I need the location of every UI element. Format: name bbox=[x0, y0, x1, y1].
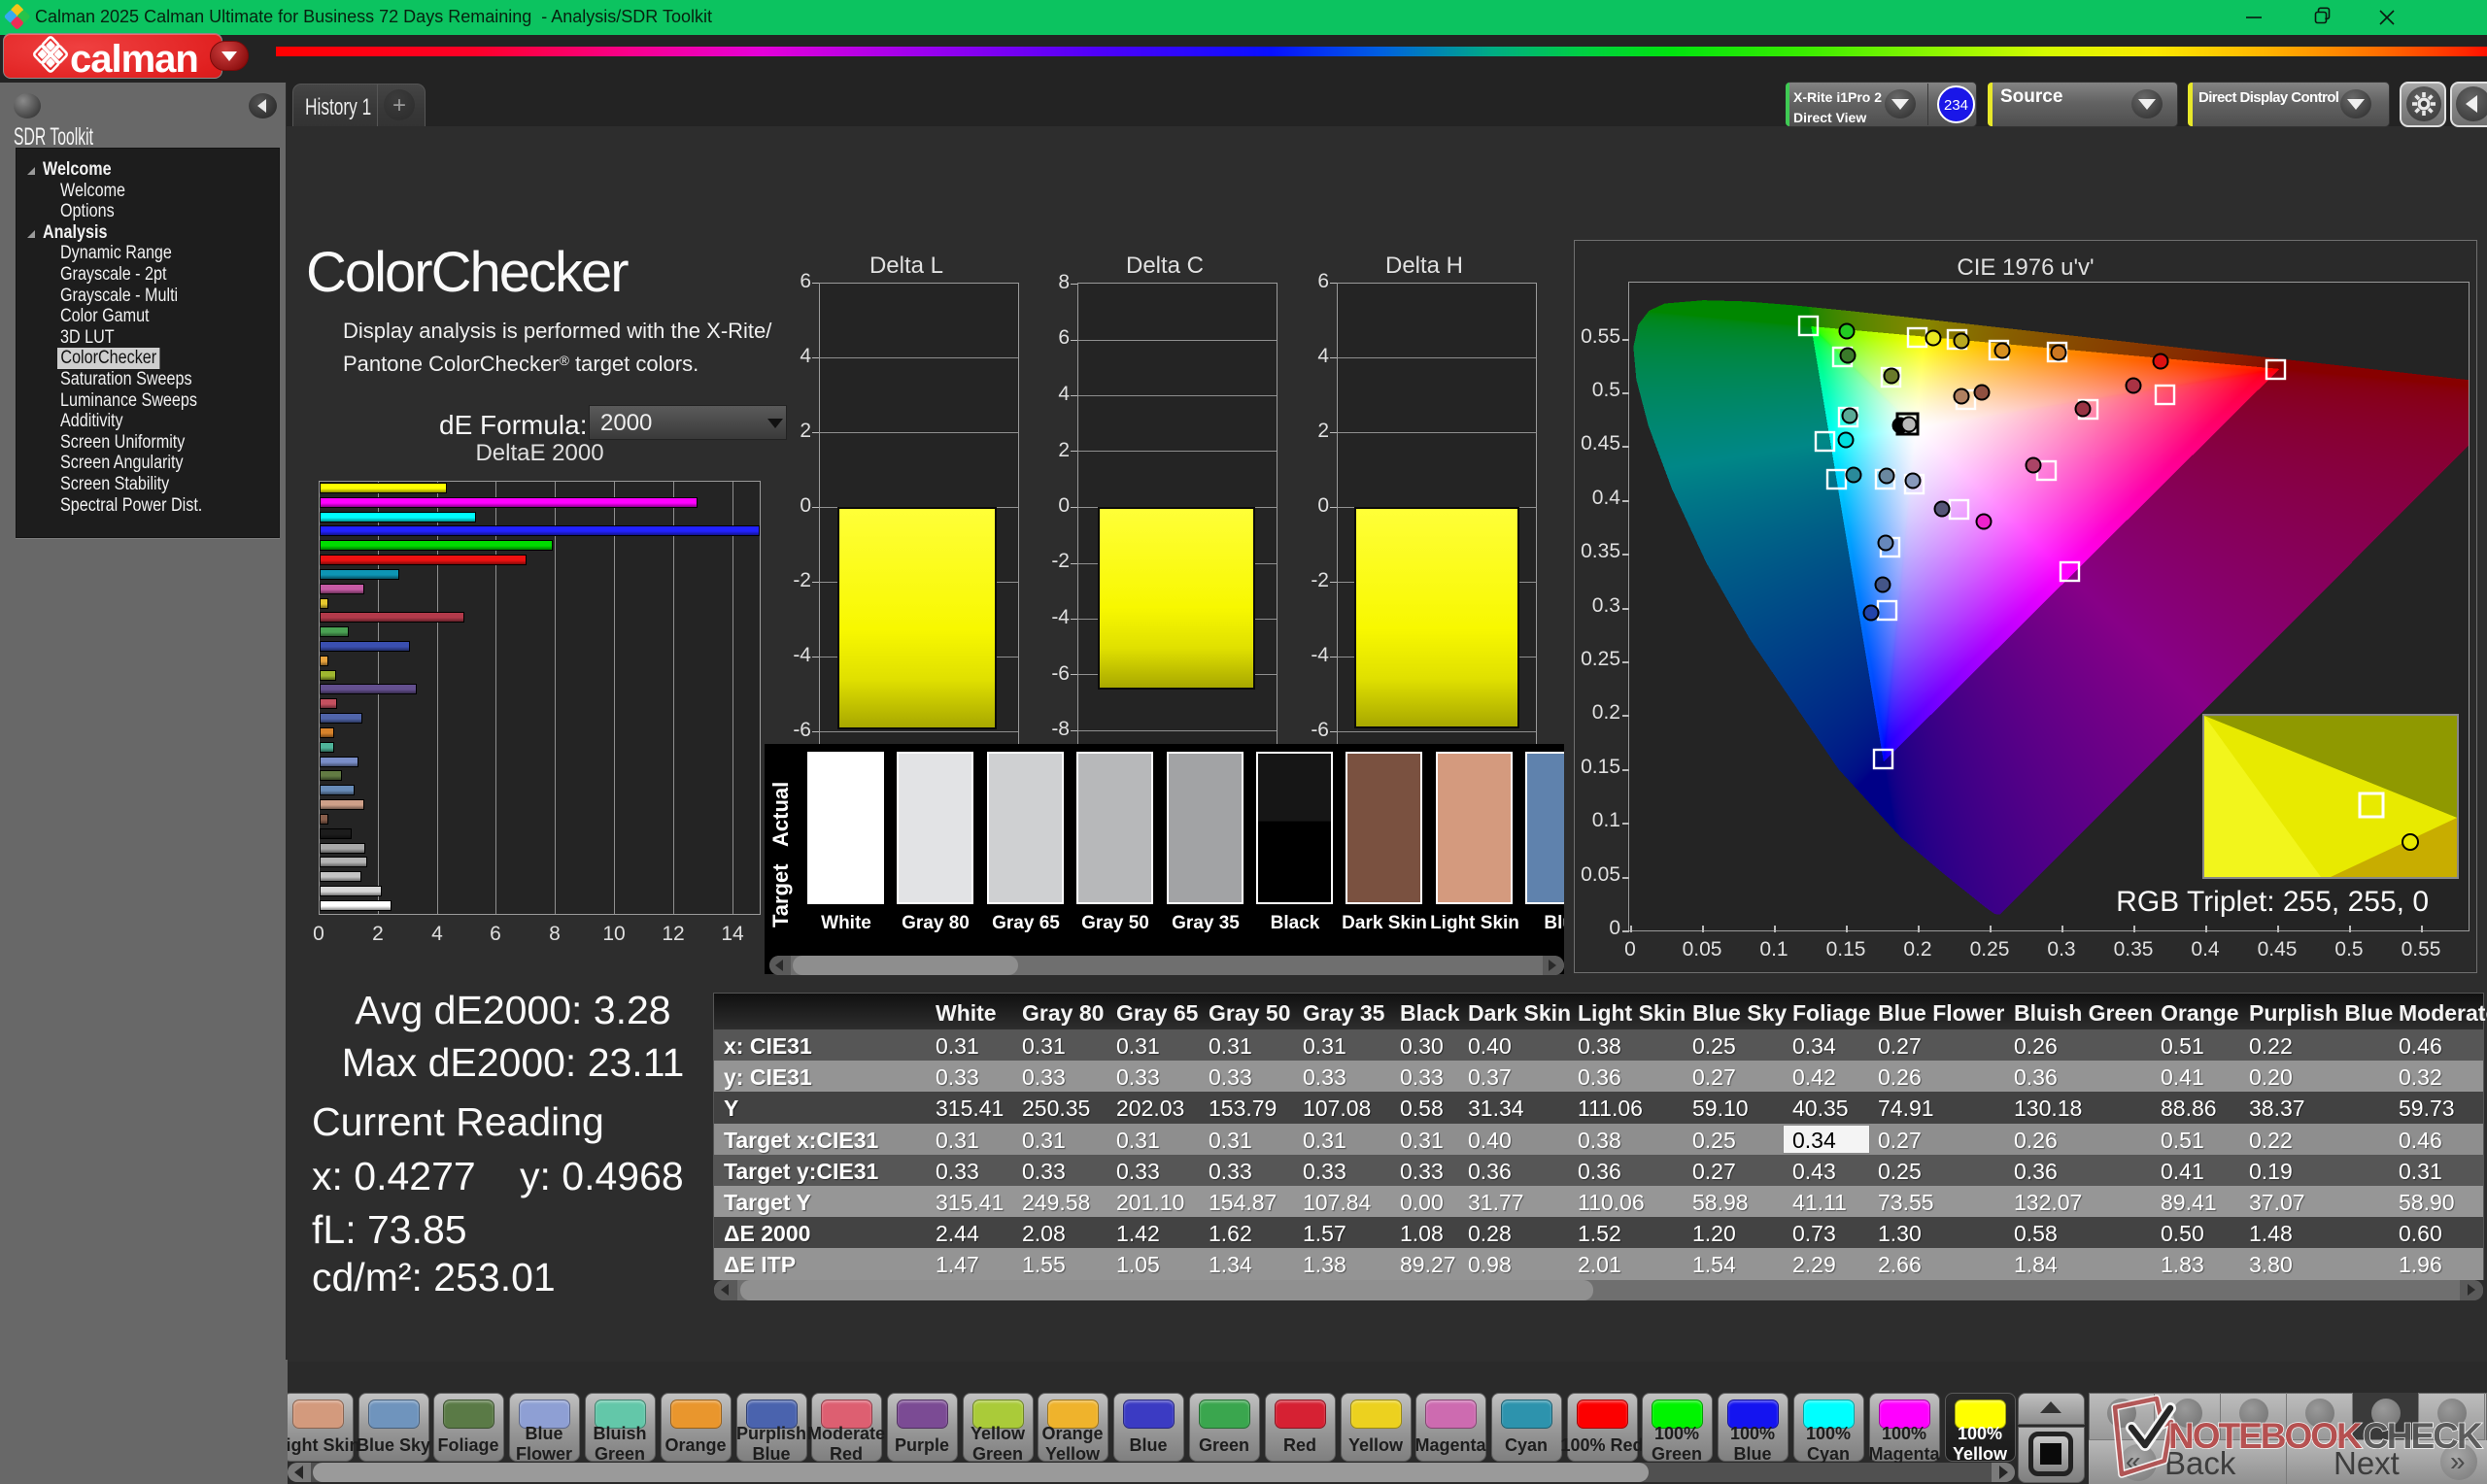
svg-text:NOTEBOOK: NOTEBOOK bbox=[2168, 1416, 2363, 1456]
svg-text:CHECK: CHECK bbox=[2363, 1416, 2483, 1456]
